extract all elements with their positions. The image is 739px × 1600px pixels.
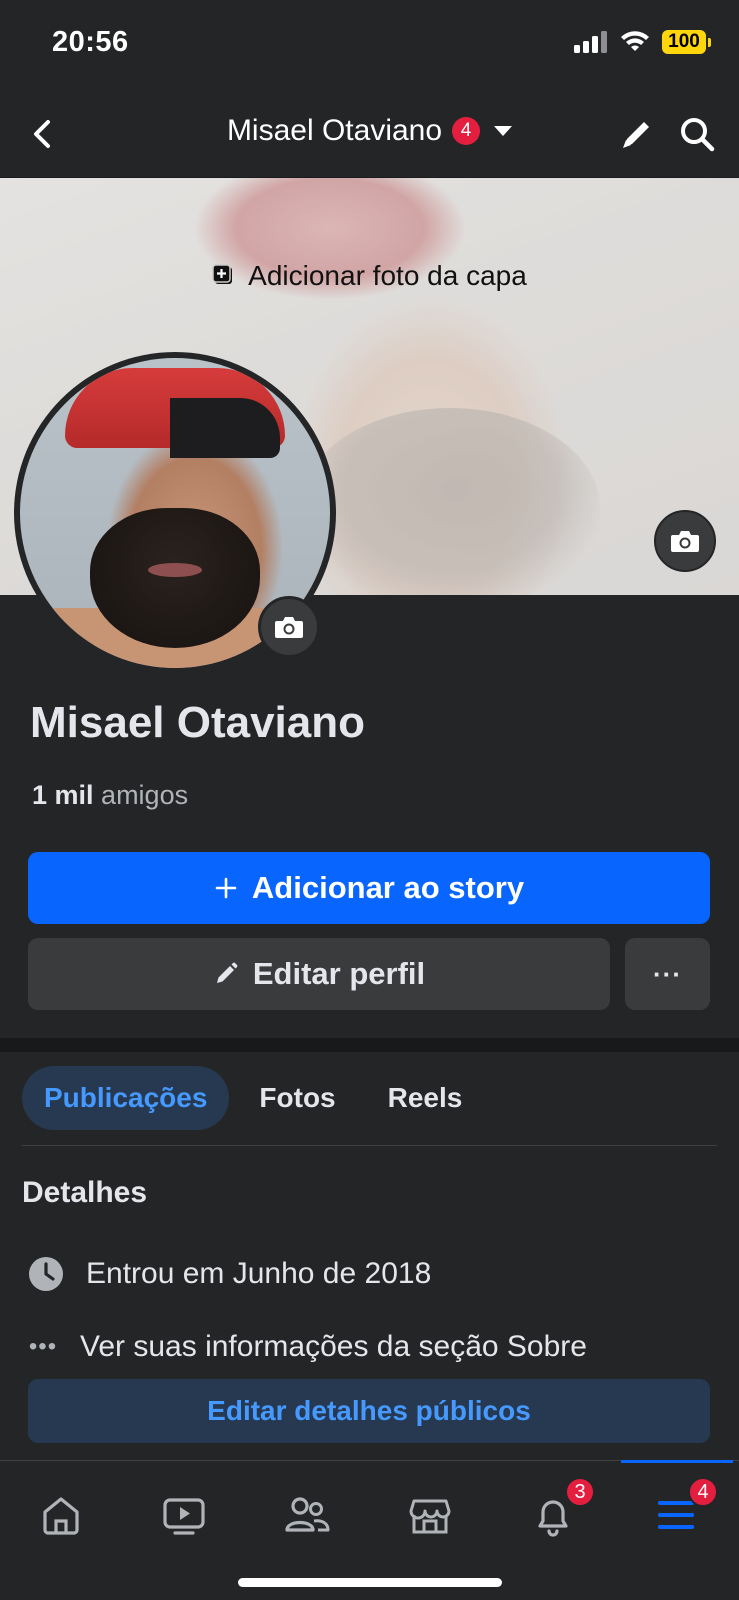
friends-count-label: amigos	[101, 780, 189, 810]
avatar-beard	[90, 508, 260, 648]
friends-count[interactable]: 1 mil amigos	[32, 780, 188, 811]
add-to-story-label: Adicionar ao story	[251, 870, 525, 905]
chevron-down-icon	[494, 126, 513, 136]
video-icon	[163, 1498, 205, 1535]
add-cover-photo-label: Adicionar foto da capa	[248, 260, 527, 291]
plus-icon	[215, 877, 237, 899]
active-tab-indicator	[621, 1460, 733, 1463]
add-cover-photo-button[interactable]: Adicionar foto da capa	[0, 260, 739, 292]
status-time: 20:56	[52, 26, 129, 58]
friends-count-value: 1 mil	[32, 780, 94, 810]
profile-name: Misael Otaviano	[30, 698, 366, 747]
section-divider	[0, 1038, 739, 1052]
battery-tip	[708, 37, 711, 47]
profile-camera-button[interactable]	[258, 596, 320, 658]
tabs-divider	[22, 1145, 717, 1146]
menu-badge: 4	[688, 1477, 718, 1507]
pencil-icon[interactable]	[617, 114, 657, 154]
add-to-story-button[interactable]: Adicionar ao story	[28, 852, 710, 924]
about-info-text: Ver suas informações da seção Sobre	[80, 1330, 587, 1363]
cover-camera-button[interactable]	[654, 510, 716, 572]
add-photo-icon	[212, 264, 233, 284]
about-info-row[interactable]: ••• Ver suas informações da seção Sobre	[28, 1330, 587, 1364]
tab-fotos[interactable]: Fotos	[237, 1066, 357, 1130]
profile-tabs: Publicações Fotos Reels	[22, 1066, 484, 1130]
edit-profile-button[interactable]: Editar perfil	[28, 938, 610, 1010]
friends-icon	[285, 1497, 330, 1532]
tabbar-friends[interactable]	[277, 1485, 337, 1545]
search-icon[interactable]	[677, 114, 717, 154]
joined-date-text: Entrou em Junho de 2018	[86, 1257, 432, 1290]
edit-profile-label: Editar perfil	[252, 956, 426, 991]
status-bar: 20:56 100	[0, 0, 739, 90]
status-indicators: 100	[574, 30, 711, 54]
joined-date-row: Entrou em Junho de 2018	[28, 1256, 431, 1292]
nav-title: Misael Otaviano	[226, 114, 443, 147]
more-options-button[interactable]: ···	[625, 938, 710, 1010]
signal-icon	[574, 31, 607, 53]
battery-indicator: 100	[662, 30, 706, 54]
more-icon: ···	[653, 958, 682, 989]
avatar-cap-band	[170, 398, 280, 458]
details-heading: Detalhes	[22, 1176, 148, 1209]
notifications-badge: 3	[565, 1477, 595, 1507]
home-icon	[43, 1497, 79, 1535]
camera-icon	[671, 531, 699, 552]
camera-icon	[275, 617, 303, 638]
menu-icon	[658, 1501, 694, 1529]
nav-bar: Misael Otaviano 4	[0, 90, 739, 178]
wifi-icon	[621, 31, 649, 51]
tabbar-notifications[interactable]: 3	[523, 1477, 595, 1545]
nav-notification-badge: 4	[452, 117, 481, 145]
edit-public-details-label: Editar detalhes públicos	[207, 1395, 531, 1426]
dots-icon: •••	[28, 1333, 58, 1360]
tabbar-home[interactable]	[31, 1485, 91, 1545]
tab-reels[interactable]: Reels	[366, 1066, 485, 1130]
home-indicator[interactable]	[238, 1578, 502, 1587]
tab-publicacoes[interactable]: Publicações	[22, 1066, 230, 1130]
tabbar-video[interactable]	[154, 1485, 214, 1545]
clock-icon	[29, 1257, 63, 1291]
tabbar-marketplace[interactable]	[400, 1485, 460, 1545]
marketplace-icon	[409, 1499, 451, 1534]
edit-public-details-button[interactable]: Editar detalhes públicos	[28, 1379, 710, 1443]
avatar-mouth	[148, 563, 202, 577]
pencil-icon	[216, 962, 238, 983]
tabbar-menu[interactable]: 4	[646, 1477, 718, 1545]
